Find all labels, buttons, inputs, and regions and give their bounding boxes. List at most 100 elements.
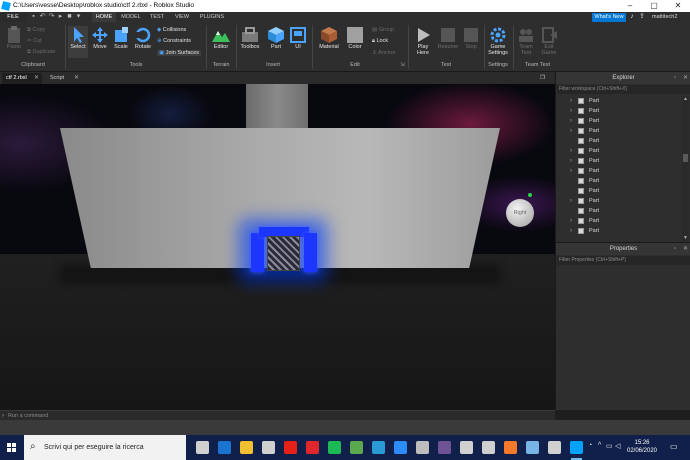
view-cube-axis-dot[interactable] xyxy=(528,193,532,197)
mail-icon[interactable] xyxy=(416,441,429,454)
play-quick-icon[interactable]: ▸ xyxy=(57,13,64,20)
properties-filter-input[interactable]: Filter Properties (Ctrl+Shift+P) xyxy=(557,256,690,265)
explorer-item[interactable]: › Part xyxy=(556,216,684,226)
game-settings-button[interactable]: Game Settings xyxy=(486,26,510,56)
explorer-scrollbar[interactable]: ▲ ▼ xyxy=(682,96,689,241)
stop-quick-icon[interactable]: ■ xyxy=(66,13,73,20)
door-frame-left-post[interactable] xyxy=(251,233,264,272)
tray-chevron-icon[interactable]: ^ xyxy=(598,442,601,449)
panel-close-icon[interactable]: ✕ xyxy=(683,243,688,255)
expand-chevron-icon[interactable]: › xyxy=(570,96,572,106)
writer-icon[interactable] xyxy=(438,441,451,454)
save-icon[interactable]: ▪ xyxy=(30,13,37,20)
scroll-down-icon[interactable]: ▼ xyxy=(683,235,688,241)
explorer-item[interactable]: › Part xyxy=(556,96,684,106)
team-test-button[interactable]: Team Test xyxy=(515,26,537,56)
scroll-up-icon[interactable]: ▲ xyxy=(683,96,688,102)
ui-button[interactable]: UI xyxy=(289,26,307,50)
whats-new-button[interactable]: What's New xyxy=(592,13,626,22)
door-frame-right-post[interactable] xyxy=(304,233,317,272)
constraints-toggle[interactable]: ⊕ Constraints xyxy=(157,38,191,44)
scroll-thumb[interactable] xyxy=(683,154,688,162)
explorer-item[interactable]: Part xyxy=(556,136,684,146)
explorer-item[interactable]: › Part xyxy=(556,116,684,126)
close-tab-icon[interactable]: ✕ xyxy=(74,73,79,84)
paste-button[interactable]: Paste xyxy=(4,26,24,50)
expand-chevron-icon[interactable]: › xyxy=(570,126,572,136)
expand-chevron-icon[interactable]: › xyxy=(570,106,572,116)
youtube-icon[interactable] xyxy=(284,441,297,454)
edge-chromium-icon[interactable] xyxy=(372,441,385,454)
start-button[interactable] xyxy=(0,435,22,460)
explorer-item[interactable]: Part xyxy=(556,176,684,186)
roblox-studio-icon[interactable] xyxy=(570,441,583,460)
explorer-item[interactable]: Part xyxy=(556,186,684,196)
terrain-editor-button[interactable]: Editor xyxy=(209,26,233,50)
expand-chevron-icon[interactable]: › xyxy=(570,116,572,126)
close-tab-icon[interactable]: ✕ xyxy=(34,73,39,84)
resume-button[interactable]: Resume xyxy=(436,26,460,50)
undo-icon[interactable]: ↶ xyxy=(39,13,46,20)
explorer-item[interactable]: › Part xyxy=(556,156,684,166)
action-center-icon[interactable]: ▭ xyxy=(670,442,680,452)
redo-icon[interactable]: ↷ xyxy=(48,13,55,20)
command-bar[interactable]: › Run a command xyxy=(0,410,555,420)
rotate-button[interactable]: Rotate xyxy=(132,26,154,50)
explorer-item[interactable]: › Part xyxy=(556,126,684,136)
select-button[interactable]: Select xyxy=(68,26,88,58)
store-icon[interactable] xyxy=(262,441,275,454)
notifications-bell-icon[interactable]: ♪ xyxy=(628,13,636,21)
cut-button[interactable]: ✂ Cut xyxy=(27,38,42,44)
zoom-icon[interactable] xyxy=(394,441,407,454)
move-button[interactable]: Move xyxy=(90,26,110,50)
tab-model[interactable]: MODEL xyxy=(118,12,144,22)
material-button[interactable]: Material xyxy=(316,26,342,50)
tab-test[interactable]: TEST xyxy=(146,12,168,22)
cloud-app-icon[interactable] xyxy=(526,441,539,454)
explorer-item[interactable]: › Part xyxy=(556,146,684,156)
explorer-item[interactable]: Part xyxy=(556,206,684,216)
dropdown-quick-icon[interactable]: ▾ xyxy=(75,13,82,20)
explorer-item[interactable]: › Part xyxy=(556,226,684,236)
color-button[interactable]: Color xyxy=(344,26,366,50)
chrome-icon[interactable] xyxy=(350,441,363,454)
part-button[interactable]: Part xyxy=(265,26,287,50)
expand-chevron-icon[interactable]: › xyxy=(570,226,572,236)
exit-game-button[interactable]: Exit Game xyxy=(538,26,560,56)
copy-button[interactable]: ⧉ Copy xyxy=(27,27,45,34)
expand-chevron-icon[interactable]: › xyxy=(570,156,572,166)
cube-app-icon[interactable] xyxy=(482,441,495,454)
panel-restore-icon[interactable]: ▫ xyxy=(674,243,676,255)
spotify-icon[interactable] xyxy=(328,441,341,454)
volume-icon[interactable]: ◁ xyxy=(615,442,620,450)
roblox-icon[interactable] xyxy=(548,441,561,454)
network-icon[interactable]: ◔ xyxy=(588,442,592,449)
tab-plugins[interactable]: PLUGINS xyxy=(196,12,228,22)
doc-tab-script[interactable]: Script ✕ xyxy=(46,73,82,84)
3d-viewport[interactable]: Right xyxy=(0,84,555,410)
taskbar-search-box[interactable]: ⌕ Scrivi qui per eseguire la ricerca xyxy=(24,435,186,460)
scale-button[interactable]: Scale xyxy=(111,26,131,50)
explorer-item[interactable]: › Part xyxy=(556,106,684,116)
stop-button[interactable]: Stop xyxy=(461,26,481,50)
tab-view[interactable]: VIEW xyxy=(170,12,194,22)
tab-home[interactable]: HOME xyxy=(92,12,116,22)
duplicate-button[interactable]: ⧉ Duplicate xyxy=(27,49,55,56)
maximize-icon[interactable]: ▢ xyxy=(642,0,666,12)
join-surfaces-toggle[interactable]: ▣ Join Surfaces xyxy=(157,50,202,56)
battery-icon[interactable]: ▭ xyxy=(606,442,613,450)
lock-button[interactable]: 🔒︎ Lock xyxy=(372,38,388,45)
unity-icon[interactable] xyxy=(460,441,473,454)
taskbar-clock[interactable]: 15:26 02/06/2020 xyxy=(622,439,662,455)
edit-expand-icon[interactable]: ⇲ xyxy=(400,62,405,68)
task-view-icon[interactable] xyxy=(196,441,209,454)
edge-icon[interactable] xyxy=(218,441,231,454)
toolbox-button[interactable]: Toolbox xyxy=(238,26,262,50)
share-icon[interactable]: ⇪ xyxy=(638,13,646,21)
expand-chevron-icon[interactable]: › xyxy=(570,146,572,156)
red-app-icon[interactable] xyxy=(306,441,319,454)
striped-door-part[interactable] xyxy=(267,236,300,271)
blender-icon[interactable] xyxy=(504,441,517,454)
panel-restore-icon[interactable]: ▫ xyxy=(674,72,676,84)
anchor-button[interactable]: ⚓︎ Anchor xyxy=(372,50,396,56)
